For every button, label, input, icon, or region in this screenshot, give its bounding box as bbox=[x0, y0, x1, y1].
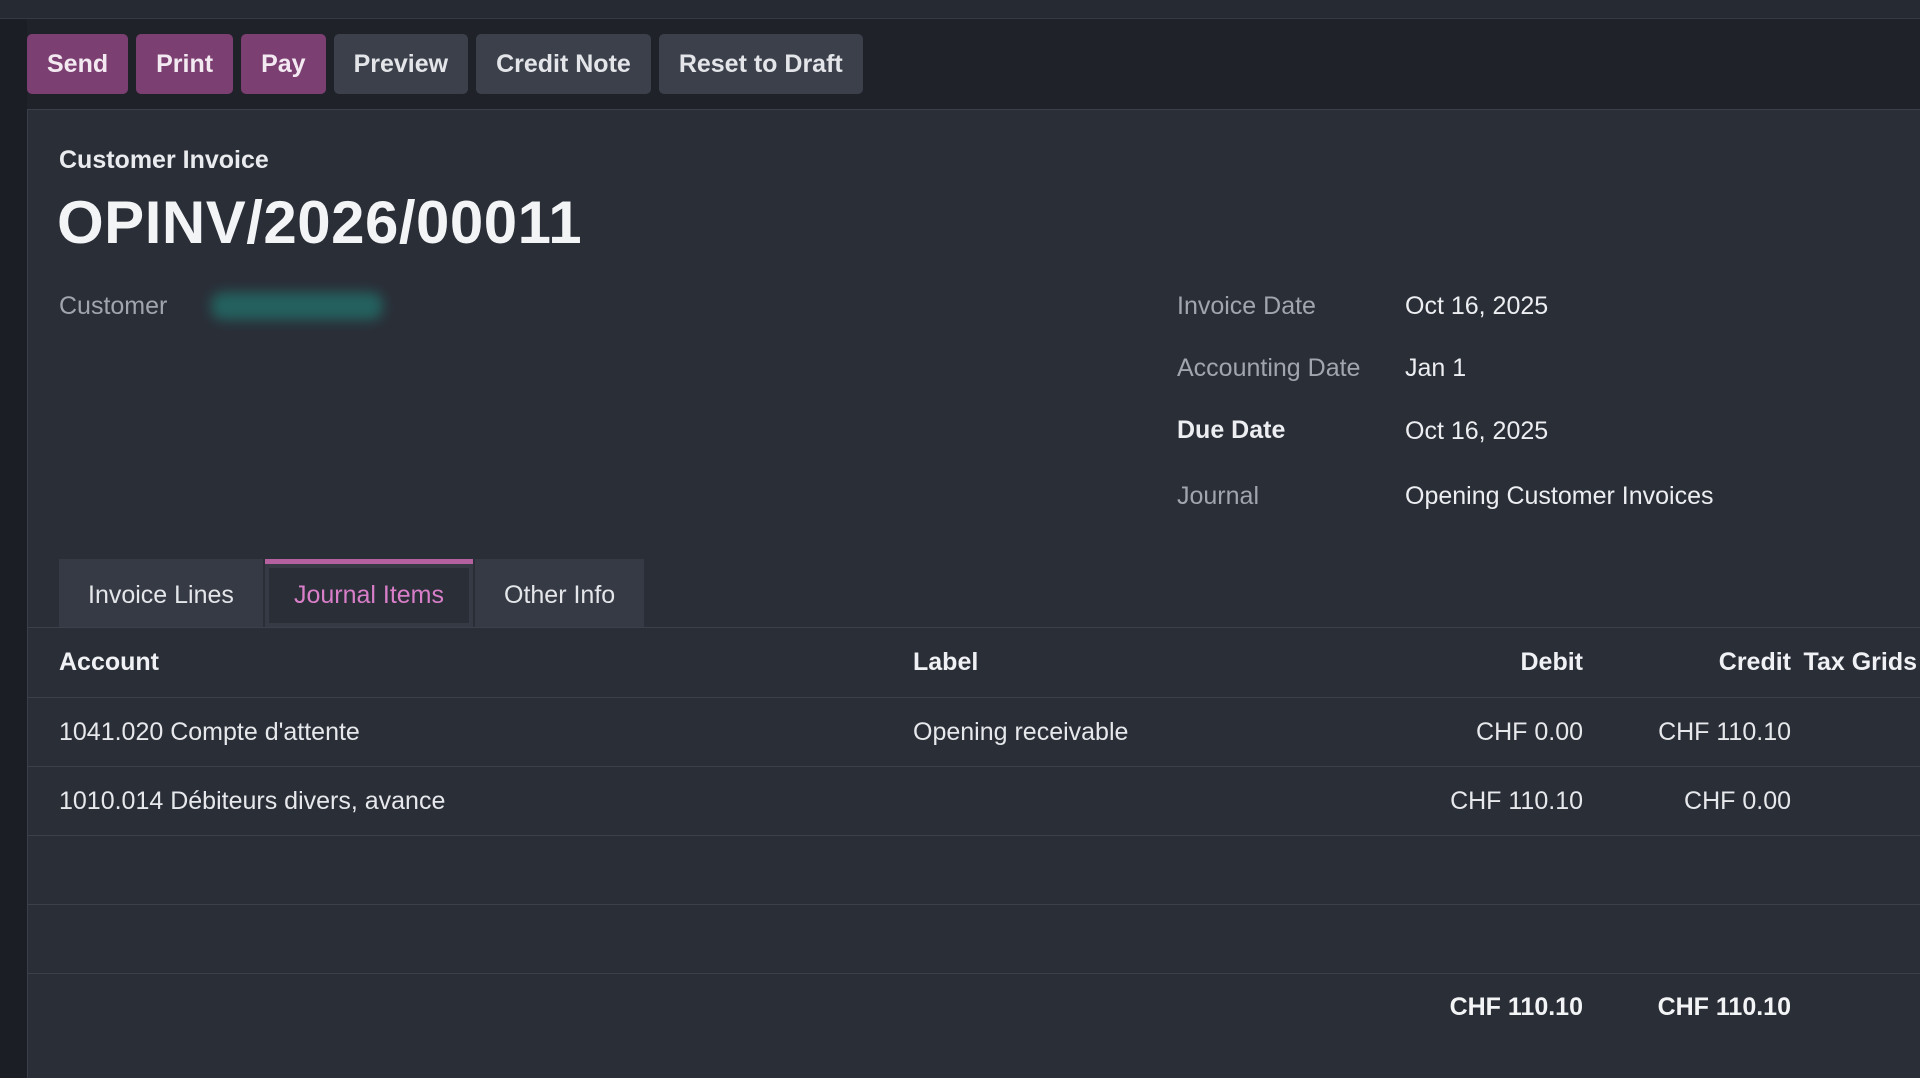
tab-invoice-lines[interactable]: Invoice Lines bbox=[59, 559, 263, 627]
action-toolbar: Send Print Pay Preview Credit Note Reset… bbox=[27, 34, 863, 94]
pay-button[interactable]: Pay bbox=[241, 34, 326, 94]
journal-label: Journal bbox=[1177, 482, 1259, 510]
credit-note-button[interactable]: Credit Note bbox=[476, 34, 651, 94]
invoice-form-sheet: Customer Invoice OPINV/2026/00011 Custom… bbox=[27, 109, 1920, 1078]
due-date-label: Due Date bbox=[1177, 416, 1286, 444]
print-button[interactable]: Print bbox=[136, 34, 234, 94]
label-cell: Opening receivable bbox=[913, 717, 1129, 746]
invoice-number-title: OPINV/2026/00011 bbox=[57, 189, 583, 256]
journal-field[interactable]: Opening Customer Invoices bbox=[1405, 482, 1713, 511]
column-header-account[interactable]: Account bbox=[59, 628, 159, 697]
credit-cell: CHF 110.10 bbox=[1658, 717, 1791, 746]
tab-journal-items[interactable]: Journal Items bbox=[264, 559, 473, 627]
account-cell: 1041.020 Compte d'attente bbox=[59, 717, 360, 746]
total-debit: CHF 110.10 bbox=[1449, 993, 1583, 1021]
table-row[interactable]: 1041.020 Compte d'attente Opening receiv… bbox=[28, 697, 1920, 766]
credit-cell: CHF 0.00 bbox=[1684, 786, 1791, 815]
column-header-label[interactable]: Label bbox=[913, 628, 978, 697]
top-bar bbox=[0, 0, 1920, 19]
journal-items-table: Account Label Debit Credit Tax Grids 104… bbox=[28, 627, 1920, 1041]
left-gutter bbox=[0, 19, 27, 1078]
tab-other-info[interactable]: Other Info bbox=[475, 559, 645, 627]
table-header-row: Account Label Debit Credit Tax Grids bbox=[28, 627, 1920, 697]
column-header-credit[interactable]: Credit bbox=[1719, 628, 1791, 697]
invoice-date-field[interactable]: Oct 16, 2025 bbox=[1405, 292, 1548, 321]
preview-button[interactable]: Preview bbox=[333, 34, 469, 94]
totals-row: CHF 110.10 CHF 110.10 bbox=[28, 973, 1920, 1041]
empty-table-row bbox=[28, 904, 1920, 973]
invoice-date-label: Invoice Date bbox=[1177, 292, 1316, 320]
column-header-debit[interactable]: Debit bbox=[1521, 628, 1584, 697]
due-date-field[interactable]: Oct 16, 2025 bbox=[1405, 417, 1548, 446]
reset-to-draft-button[interactable]: Reset to Draft bbox=[658, 34, 863, 94]
account-cell: 1010.014 Débiteurs divers, avance bbox=[59, 786, 446, 815]
customer-label: Customer bbox=[59, 292, 168, 320]
debit-cell: CHF 0.00 bbox=[1476, 717, 1583, 746]
send-button[interactable]: Send bbox=[27, 34, 129, 94]
column-header-tax-grids[interactable]: Tax Grids bbox=[1804, 628, 1920, 697]
accounting-date-field[interactable]: Jan 1 bbox=[1405, 354, 1466, 383]
notebook-tabs: Invoice Lines Journal Items Other Info bbox=[59, 559, 645, 627]
debit-cell: CHF 110.10 bbox=[1450, 786, 1583, 815]
empty-table-row bbox=[28, 835, 1920, 904]
accounting-date-label: Accounting Date bbox=[1177, 354, 1361, 382]
total-credit: CHF 110.10 bbox=[1657, 993, 1791, 1021]
customer-field-redacted[interactable] bbox=[211, 292, 383, 320]
document-type-label: Customer Invoice bbox=[59, 146, 269, 174]
table-row[interactable]: 1010.014 Débiteurs divers, avance CHF 11… bbox=[28, 766, 1920, 835]
